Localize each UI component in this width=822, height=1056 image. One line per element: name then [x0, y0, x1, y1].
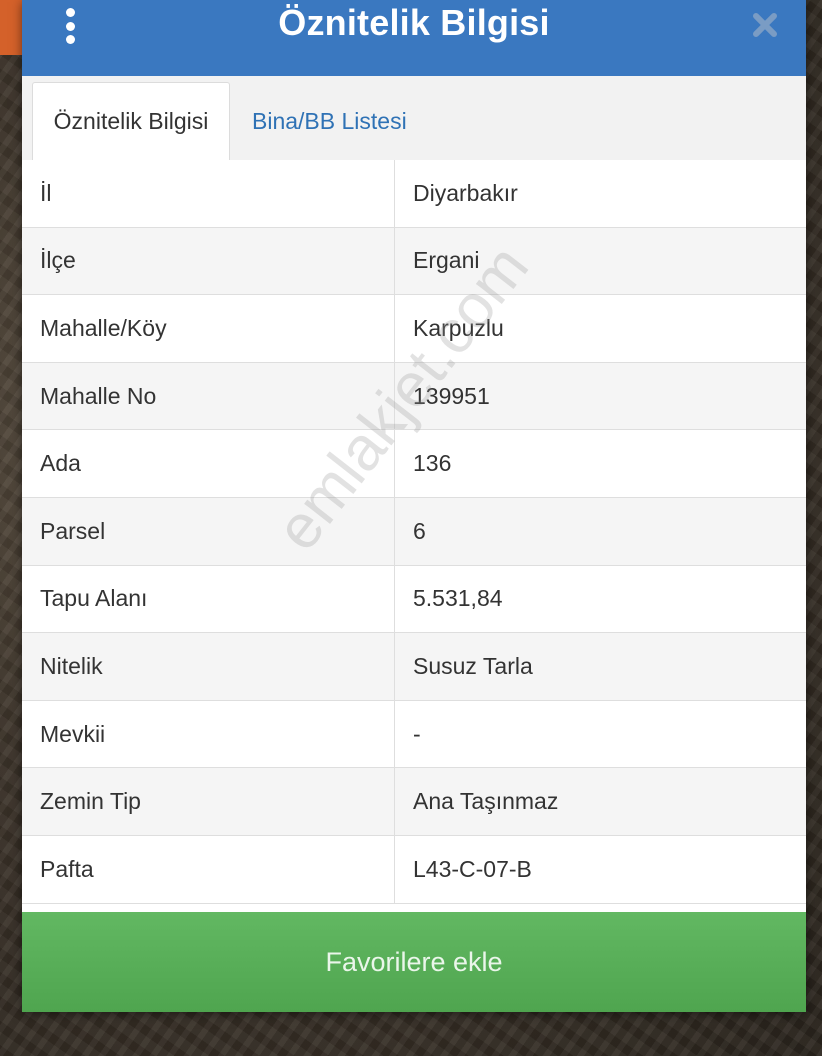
row-value: Susuz Tarla [413, 652, 533, 679]
menu-dot [65, 35, 75, 44]
table-row: Mevkii - [22, 700, 806, 769]
add-to-favorites-button[interactable]: Favorilere ekle [22, 912, 806, 1012]
row-key: Mahalle No [22, 362, 395, 430]
row-key: Mahalle/Köy [22, 295, 395, 362]
table-row: Nitelik Susuz Tarla [22, 633, 806, 701]
table-row: Zemin Tip Ana Taşınmaz [22, 768, 806, 836]
row-key: Parsel [22, 497, 395, 565]
row-value: 6 [413, 517, 426, 544]
table-row: Mahalle No 139951 [22, 362, 806, 431]
attribute-info-dialog: Öznitelik Bilgisi Öznitelik Bilgisi Bina… [22, 0, 806, 1012]
row-key: Ada [22, 430, 395, 497]
table-row: Mahalle/Köy Karpuzlu [22, 295, 806, 363]
row-value: 5.531,84 [413, 585, 503, 612]
row-value: L43-C-07-B [413, 855, 532, 882]
tab-building-list[interactable]: Bina/BB Listesi [252, 82, 407, 160]
row-value: Diyarbakır [413, 179, 518, 206]
row-value: 136 [413, 450, 452, 477]
row-value: Karpuzlu [413, 314, 504, 341]
row-key: Zemin Tip [22, 768, 395, 835]
dialog-header: Öznitelik Bilgisi [22, 0, 806, 76]
row-key: Tapu Alanı [22, 565, 395, 633]
table-row: İlçe Ergani [22, 227, 806, 296]
table-row: Tapu Alanı 5.531,84 [22, 565, 806, 634]
row-key: İlçe [22, 227, 395, 295]
table-row: İl Diyarbakır [22, 160, 806, 228]
row-key: Mevkii [22, 700, 395, 768]
close-icon[interactable] [750, 10, 780, 40]
row-key: Nitelik [22, 633, 395, 700]
row-key: İl [22, 160, 395, 227]
row-value: Ergani [413, 247, 480, 274]
row-value: 139951 [413, 382, 490, 409]
row-value: - [413, 720, 421, 747]
attribute-table: İl Diyarbakır İlçe Ergani Mahalle/Köy Karpu… [22, 160, 806, 904]
table-row: Pafta L43-C-07-B [22, 835, 806, 904]
tab-bar: Öznitelik Bilgisi Bina/BB Listesi [22, 76, 806, 161]
table-row: Parsel 6 [22, 497, 806, 566]
dialog-title: Öznitelik Bilgisi [278, 2, 550, 43]
row-value: Ana Taşınmaz [413, 788, 559, 815]
kebab-menu-icon[interactable] [62, 8, 78, 44]
table-row: Ada 136 [22, 430, 806, 498]
menu-dot [65, 21, 75, 31]
row-key: Pafta [22, 835, 395, 903]
tab-attribute-info[interactable]: Öznitelik Bilgisi [32, 82, 230, 160]
background-accent [0, 0, 22, 55]
menu-dot [65, 8, 75, 17]
